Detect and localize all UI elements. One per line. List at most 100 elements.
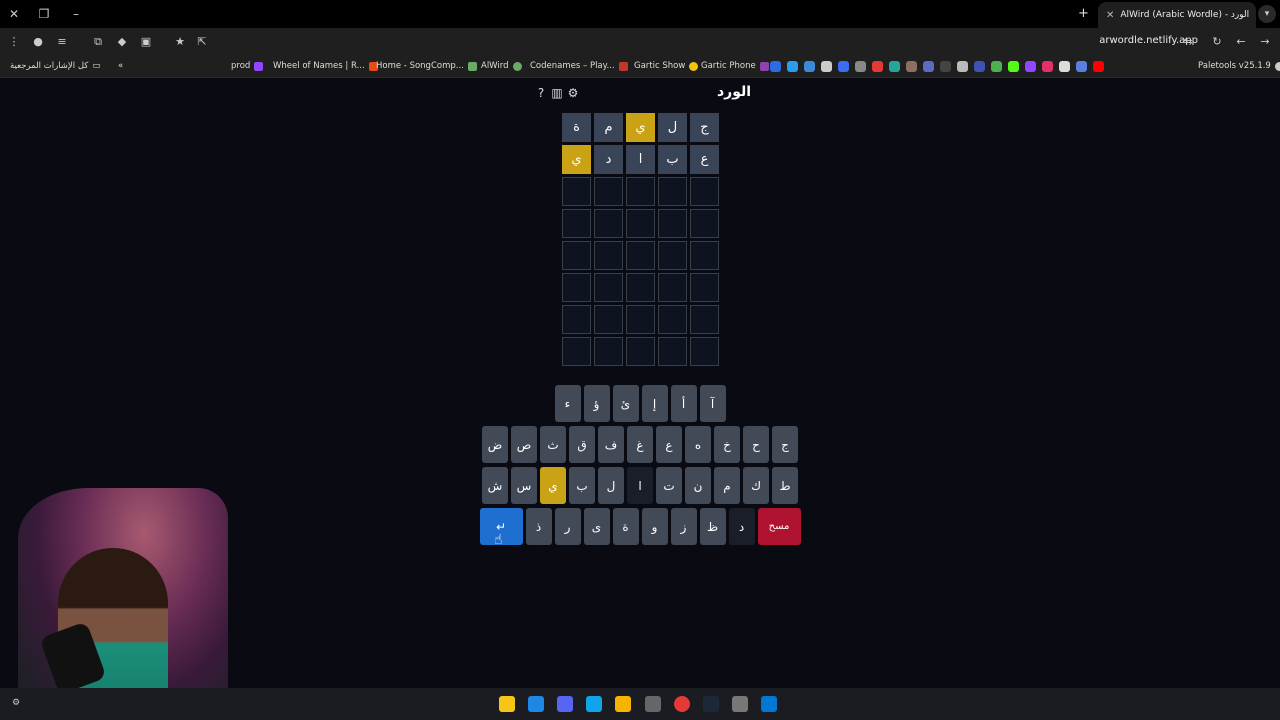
letter-key[interactable]: ت bbox=[656, 467, 682, 504]
letter-key[interactable]: أ bbox=[670, 385, 697, 422]
bookmark-prod[interactable]: prod bbox=[231, 61, 264, 71]
bookmark-app-icon[interactable] bbox=[838, 61, 849, 72]
bookmark-wheel-of-names[interactable]: Wheel of Names | R... bbox=[273, 61, 378, 71]
edge-icon[interactable] bbox=[586, 696, 602, 712]
letter-key[interactable]: ر bbox=[554, 508, 581, 545]
browser-tab[interactable]: ✕ AlWird (Arabic Wordle) - الورد bbox=[1098, 2, 1256, 28]
bookmark-app-icon[interactable] bbox=[991, 61, 1002, 72]
letter-key[interactable]: ق bbox=[569, 426, 595, 463]
bookmark-app-icon[interactable] bbox=[821, 61, 832, 72]
discord-icon[interactable] bbox=[557, 696, 573, 712]
letter-key[interactable]: ة bbox=[612, 508, 639, 545]
bookmark-app-icon[interactable] bbox=[872, 61, 883, 72]
close-window-icon[interactable]: ✕ bbox=[4, 5, 24, 23]
settings-icon[interactable]: ⚙ bbox=[566, 86, 580, 100]
letter-key[interactable]: ؤ bbox=[583, 385, 610, 422]
minimize-window-icon[interactable]: – bbox=[66, 5, 86, 23]
bookmark-app-icon[interactable] bbox=[770, 61, 781, 72]
letter-key[interactable]: ء bbox=[554, 385, 581, 422]
letter-key[interactable]: ض bbox=[482, 426, 508, 463]
bookmark-codenames[interactable]: Codenames – Play... bbox=[530, 61, 628, 71]
steam-icon[interactable] bbox=[703, 696, 719, 712]
windows-start-icon[interactable] bbox=[761, 696, 777, 712]
back-icon[interactable]: → bbox=[1257, 34, 1273, 50]
bookmark-app-icon[interactable] bbox=[1076, 61, 1087, 72]
bookmark-star-icon[interactable]: ★ bbox=[172, 34, 188, 50]
restore-window-icon[interactable]: ❐ bbox=[34, 5, 54, 23]
letter-key[interactable]: ش bbox=[482, 467, 508, 504]
youtube-icon[interactable] bbox=[1093, 61, 1104, 72]
letter-key[interactable]: ح bbox=[743, 426, 769, 463]
letter-key[interactable]: ه bbox=[685, 426, 711, 463]
letter-key[interactable]: ي bbox=[540, 467, 566, 504]
x-icon[interactable] bbox=[1059, 61, 1070, 72]
site-settings-icon[interactable]: ⇋ bbox=[1180, 34, 1196, 50]
bookmark-paletools[interactable]: Paletools v25.1.9 bbox=[1198, 61, 1280, 71]
letter-key[interactable]: ف bbox=[598, 426, 624, 463]
bookmark-app-icon[interactable] bbox=[940, 61, 951, 72]
extension-icon[interactable]: ▣ bbox=[138, 34, 154, 50]
menu-icon[interactable]: ⋮ bbox=[6, 34, 22, 50]
tray-settings-icon[interactable]: ⚙ bbox=[12, 698, 20, 708]
letter-key[interactable]: و bbox=[641, 508, 668, 545]
bookmark-app-icon[interactable] bbox=[974, 61, 985, 72]
letter-key[interactable]: إ bbox=[641, 385, 668, 422]
letter-key[interactable]: ظ bbox=[699, 508, 726, 545]
letter-key[interactable]: ط bbox=[772, 467, 798, 504]
delete-key[interactable]: مسح bbox=[757, 508, 801, 545]
letter-key[interactable]: ذ bbox=[525, 508, 552, 545]
all-bookmarks-folder[interactable]: كل الإشارات المرجعية ▭ bbox=[10, 61, 100, 71]
bookmark-app-icon[interactable] bbox=[1042, 61, 1053, 72]
letter-key[interactable]: ل bbox=[598, 467, 624, 504]
letter-key[interactable]: ص bbox=[511, 426, 537, 463]
tab-search-icon[interactable]: ▾ bbox=[1258, 5, 1276, 23]
bookmark-gartic-show[interactable]: Gartic Show bbox=[634, 61, 699, 71]
letter-key[interactable]: ن bbox=[685, 467, 711, 504]
bookmark-app-icon[interactable] bbox=[804, 61, 815, 72]
app-icon[interactable] bbox=[528, 696, 544, 712]
close-tab-icon[interactable]: ✕ bbox=[1106, 10, 1114, 21]
letter-key[interactable]: س bbox=[511, 467, 537, 504]
bookmark-app-icon[interactable] bbox=[855, 61, 866, 72]
chrome-icon[interactable] bbox=[674, 696, 690, 712]
app-icon[interactable] bbox=[499, 696, 515, 712]
letter-key[interactable]: ا bbox=[627, 467, 653, 504]
more-bookmarks-icon[interactable]: « bbox=[118, 61, 123, 71]
bookmark-app-icon[interactable] bbox=[906, 61, 917, 72]
letter-key[interactable]: غ bbox=[627, 426, 653, 463]
letter-key[interactable]: ئ bbox=[612, 385, 639, 422]
bookmark-app-icon[interactable] bbox=[1008, 61, 1019, 72]
settings-app-icon[interactable] bbox=[732, 696, 748, 712]
letter-key[interactable]: د bbox=[728, 508, 755, 545]
letter-key[interactable]: ث bbox=[540, 426, 566, 463]
bookmark-app-icon[interactable] bbox=[923, 61, 934, 72]
bookmark-app-icon[interactable] bbox=[957, 61, 968, 72]
letter-key[interactable]: ع bbox=[656, 426, 682, 463]
file-explorer-icon[interactable] bbox=[615, 696, 631, 712]
shield-icon[interactable]: ◆ bbox=[114, 34, 130, 50]
letter-key[interactable]: ج bbox=[772, 426, 798, 463]
letter-key[interactable]: ز bbox=[670, 508, 697, 545]
bookmark-app-icon[interactable] bbox=[787, 61, 798, 72]
letter-key[interactable]: ب bbox=[569, 467, 595, 504]
help-icon[interactable]: ? bbox=[534, 86, 548, 100]
bookmark-songcomp[interactable]: Home - SongComp... bbox=[376, 61, 477, 71]
app-icon[interactable] bbox=[645, 696, 661, 712]
stats-icon[interactable]: ▥ bbox=[550, 86, 564, 100]
forward-icon[interactable]: ← bbox=[1233, 34, 1249, 50]
extensions-list-icon[interactable]: ≡ bbox=[54, 34, 70, 50]
share-icon[interactable]: ⇱ bbox=[194, 34, 210, 50]
bookmark-app-icon[interactable] bbox=[889, 61, 900, 72]
bookmark-gartic-phone[interactable]: Gartic Phone bbox=[701, 61, 769, 71]
new-tab-icon[interactable]: + bbox=[1078, 6, 1089, 21]
letter-key[interactable]: خ bbox=[714, 426, 740, 463]
bookmark-alwird[interactable]: AlWird bbox=[481, 61, 522, 71]
letter-key[interactable]: ك bbox=[743, 467, 769, 504]
profile-icon[interactable]: ● bbox=[30, 34, 46, 50]
reload-icon[interactable]: ↻ bbox=[1209, 34, 1225, 50]
puzzle-icon[interactable]: ⧉ bbox=[90, 34, 106, 50]
letter-key[interactable]: م bbox=[714, 467, 740, 504]
letter-key[interactable]: ى bbox=[583, 508, 610, 545]
bookmark-app-icon[interactable] bbox=[1025, 61, 1036, 72]
letter-key[interactable]: آ bbox=[699, 385, 726, 422]
